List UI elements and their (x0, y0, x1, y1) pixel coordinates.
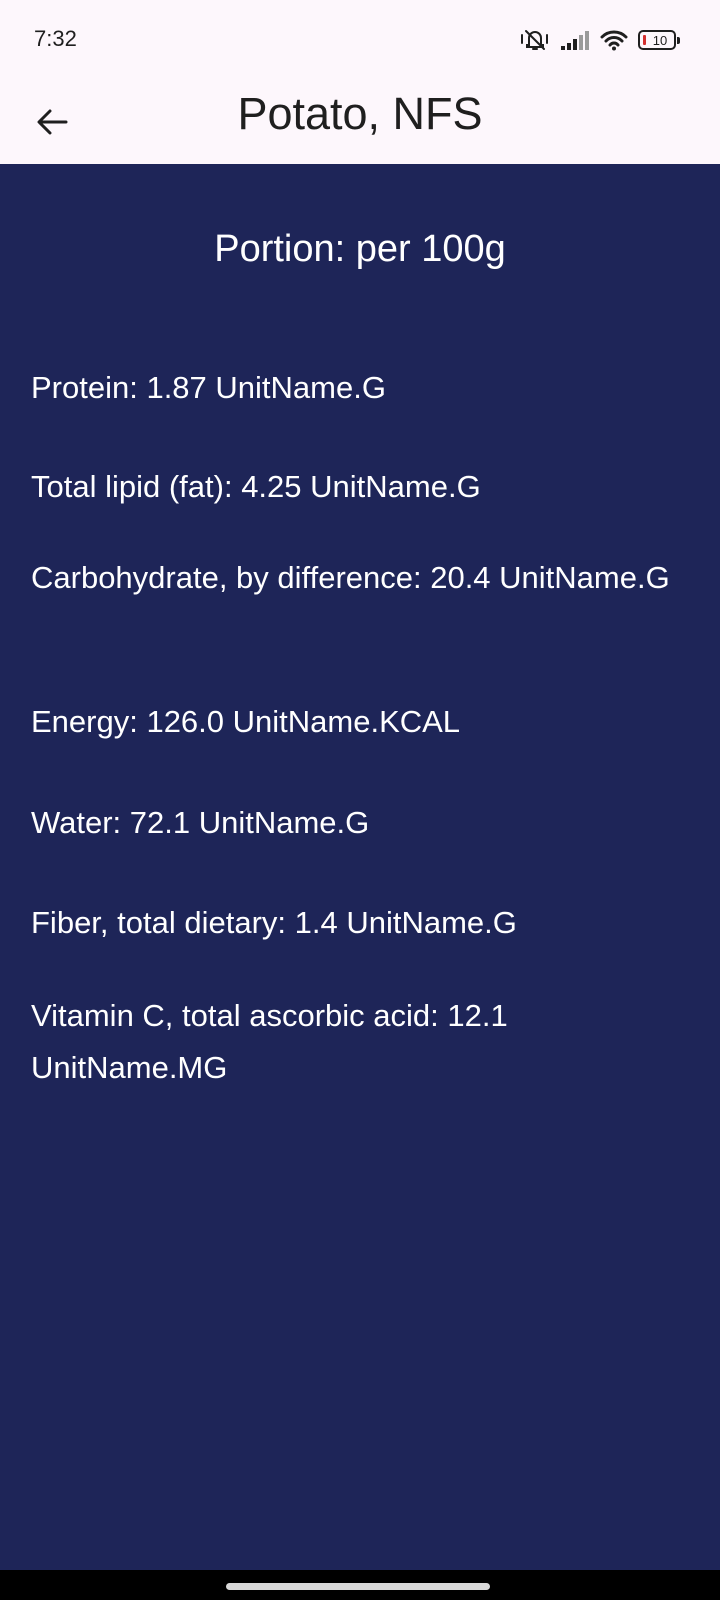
wifi-icon (600, 30, 628, 51)
status-bar: 7:32 10 (0, 0, 720, 78)
mute-vibrate-icon (521, 30, 548, 50)
nutrition-content: Portion: per 100g Protein: 1.87 UnitName… (0, 164, 720, 1570)
home-indicator[interactable] (226, 1583, 490, 1590)
nutrient-item-vitamin-c: Vitamin C, total ascorbic acid: 12.1 Uni… (31, 998, 508, 1085)
nutrient-item-protein: Protein: 1.87 UnitName.G (31, 370, 386, 405)
signal-icon (561, 31, 589, 50)
battery-level: 10 (652, 32, 668, 48)
status-icons: 10 (520, 22, 680, 58)
portion-label: Portion: per 100g (214, 228, 506, 270)
status-time: 7:32 (34, 26, 77, 51)
navigation-bar (0, 1570, 720, 1600)
battery-icon: 10 (638, 30, 680, 50)
page-title: Potato, NFS (237, 88, 483, 139)
nutrient-item-carbohydrate: Carbohydrate, by difference: 20.4 UnitNa… (31, 560, 670, 595)
nutrient-item-fat: Total lipid (fat): 4.25 UnitName.G (31, 469, 481, 504)
nutrient-item-fiber: Fiber, total dietary: 1.4 UnitName.G (31, 905, 517, 940)
nutrient-item-water: Water: 72.1 UnitName.G (31, 805, 370, 840)
nutrient-item-energy: Energy: 126.0 UnitName.KCAL (31, 704, 461, 739)
app-bar: Potato, NFS (0, 78, 720, 164)
